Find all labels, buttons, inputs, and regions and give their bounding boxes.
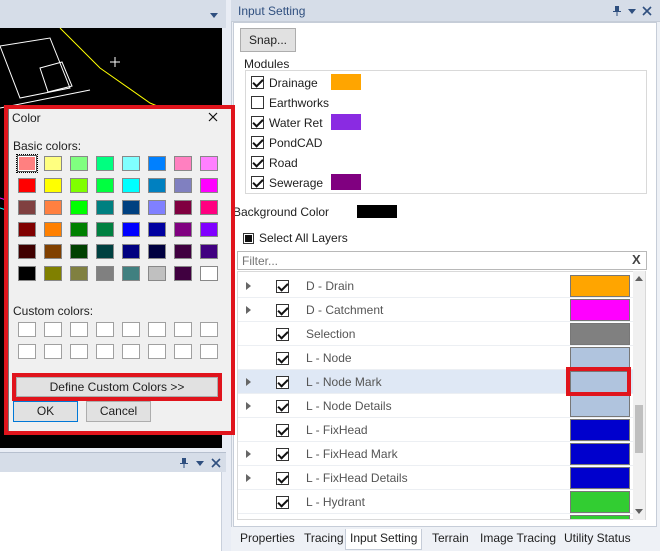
tab-properties[interactable]: Properties [236,529,299,549]
layer-name: L - Node Mark [306,375,382,389]
layer-color-swatch[interactable] [570,275,630,297]
layer-name: L - Node [306,351,352,365]
layer-color-swatch[interactable] [570,515,630,519]
scroll-up-icon[interactable] [634,274,644,282]
module-checkbox[interactable] [251,116,264,129]
left-panel-header [0,0,226,28]
clear-filter-button[interactable]: X [632,252,646,268]
tab-utility-status[interactable]: Utility Status [560,529,635,549]
layer-color-swatch[interactable] [570,491,630,513]
module-color-swatch[interactable] [331,74,361,90]
module-label: Water Ret [269,116,323,130]
scroll-down-icon[interactable] [634,508,644,516]
layer-name: L - Hydrant [306,495,365,509]
scrollbar-thumb[interactable] [635,405,643,453]
module-label: PondCAD [269,136,323,150]
module-color-swatch[interactable] [331,114,361,130]
layer-checkbox[interactable] [276,352,289,365]
pin-icon[interactable] [178,457,190,469]
highlight-define-custom-colors [12,373,222,401]
layer-name: Selection [306,327,356,341]
layer-checkbox[interactable] [276,376,289,389]
left-bottom-panel-header [0,452,226,472]
module-checkbox[interactable] [251,76,264,89]
chevron-down-icon[interactable] [626,5,638,17]
panel-title: Input Setting [238,4,306,18]
module-checkbox[interactable] [251,96,264,109]
expand-arrow-icon[interactable] [246,402,251,410]
layer-row[interactable] [238,514,635,519]
select-all-layers-label: Select All Layers [259,231,348,245]
layer-filter-input[interactable] [237,251,647,270]
tab-tracing[interactable]: Tracing [300,529,348,549]
module-checkbox[interactable] [251,156,264,169]
layer-row[interactable]: Selection [238,322,635,346]
layer-color-swatch[interactable] [570,419,630,441]
layer-name: L - FixHead [306,423,368,437]
layer-checkbox[interactable] [276,424,289,437]
module-label: Earthworks [269,96,330,110]
background-color-label: Background Color [233,205,330,219]
layer-color-swatch[interactable] [570,467,630,489]
layer-checkbox[interactable] [276,448,289,461]
tab-image-tracing[interactable]: Image Tracing [476,529,560,549]
close-icon[interactable] [641,5,653,17]
layer-grid-scrollbar[interactable] [633,271,645,520]
pin-icon[interactable] [611,5,623,17]
layer-color-swatch[interactable] [570,323,630,345]
highlight-node-mark-color [566,367,631,396]
layer-row[interactable]: L - FixHead Mark [238,442,635,466]
layer-checkbox[interactable] [276,280,289,293]
layer-row[interactable]: L - Node Details [238,394,635,418]
expand-arrow-icon[interactable] [246,378,251,386]
module-label: Road [269,156,298,170]
layer-name: D - Drain [306,279,355,293]
layer-name: L - FixHead Details [306,471,408,485]
tab-terrain[interactable]: Terrain [428,529,473,549]
expand-arrow-icon[interactable] [246,474,251,482]
layer-color-swatch[interactable] [570,395,630,417]
layer-checkbox[interactable] [276,304,289,317]
layer-row[interactable]: L - FixHead [238,418,635,442]
module-checkbox[interactable] [251,176,264,189]
module-color-swatch[interactable] [331,174,361,190]
layer-row[interactable]: D - Catchment [238,298,635,322]
expand-arrow-icon[interactable] [246,450,251,458]
background-color-swatch[interactable] [357,205,397,218]
layer-checkbox[interactable] [276,496,289,509]
layer-name: D - Catchment [306,303,384,317]
select-all-layers-checkbox[interactable] [243,233,254,244]
module-label: Sewerage [269,176,324,190]
close-icon[interactable] [210,457,222,469]
layer-checkbox[interactable] [276,472,289,485]
expand-arrow-icon[interactable] [246,282,251,290]
layer-name: L - Node Details [306,399,392,413]
snap-button[interactable]: Snap... [240,28,296,52]
layer-row[interactable]: L - FixHead Details [238,466,635,490]
chevron-down-icon[interactable] [194,457,206,469]
module-checkbox[interactable] [251,136,264,149]
left-bottom-panel [0,472,222,551]
expand-arrow-icon[interactable] [246,306,251,314]
layer-name: L - FixHead Mark [306,447,398,461]
modules-label: Modules [244,57,290,71]
layer-checkbox[interactable] [276,328,289,341]
layer-row[interactable]: L - Hydrant [238,490,635,514]
layer-color-swatch[interactable] [570,347,630,369]
layer-color-swatch[interactable] [570,299,630,321]
layer-checkbox[interactable] [276,400,289,413]
layer-color-swatch[interactable] [570,443,630,465]
module-label: Drainage [269,76,318,90]
tab-input-setting[interactable]: Input Setting [345,529,423,550]
chevron-down-icon[interactable] [208,10,220,20]
layer-row[interactable]: D - Drain [238,274,635,298]
